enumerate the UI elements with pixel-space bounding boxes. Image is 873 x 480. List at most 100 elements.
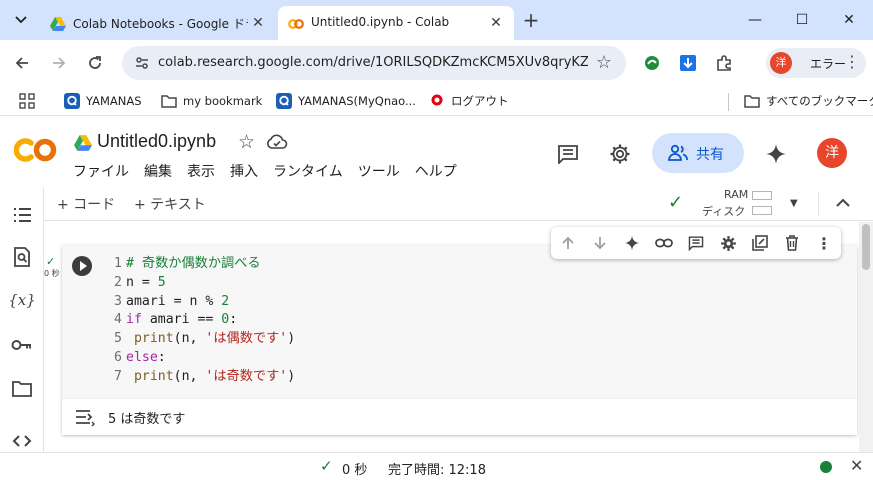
colab-logo-icon[interactable] bbox=[14, 137, 58, 163]
code-lines: 1 # 奇数か偶数か調べる 2n = 5 3 amari = n % 2 4 if a… bbox=[114, 255, 295, 387]
status-check-icon: ✓ bbox=[320, 457, 333, 475]
mirror-cell-button[interactable] bbox=[750, 233, 770, 253]
notebook-title[interactable]: Untitled0.ipynb bbox=[97, 131, 216, 152]
more-actions-button[interactable]: ⋮ bbox=[814, 233, 834, 253]
tab-untitled0-colab[interactable]: Untitled0.ipynb - Colab ✕ bbox=[278, 6, 514, 40]
menu-edit[interactable]: 編集 bbox=[144, 161, 172, 181]
menu-file[interactable]: ファイル bbox=[73, 161, 129, 181]
more-vert-icon[interactable]: ⋮ bbox=[844, 52, 860, 71]
menu-runtime[interactable]: ランタイム bbox=[273, 161, 343, 181]
back-button[interactable] bbox=[10, 51, 34, 75]
move-down-button[interactable] bbox=[590, 233, 610, 253]
collapse-header-button[interactable] bbox=[836, 193, 850, 212]
variables-button[interactable]: {𝑥} bbox=[8, 288, 36, 312]
address-bar[interactable]: colab.research.google.com/drive/1ORILSQD… bbox=[122, 46, 626, 80]
notebook-toolbar: + コード + テキスト ✓ RAM ディスク ▼ bbox=[44, 187, 873, 221]
ram-bar bbox=[752, 191, 772, 200]
bookmarks-bar: YAMANAS my bookmark YAMANAS(MyQnao... ログ… bbox=[0, 86, 873, 116]
site-info-icon[interactable] bbox=[134, 55, 150, 71]
secrets-button[interactable] bbox=[10, 333, 34, 357]
download-icon[interactable] bbox=[677, 52, 699, 74]
code-cell[interactable]: 1 # 奇数か偶数か調べる 2n = 5 3 amari = n % 2 4 if a… bbox=[62, 245, 857, 435]
menu-view[interactable]: 表示 bbox=[187, 161, 215, 181]
all-bookmarks-button[interactable]: すべてのブックマーク bbox=[744, 91, 873, 111]
status-completed-time: 完了時間: 12:18 bbox=[388, 463, 486, 478]
google-drive-icon bbox=[50, 17, 66, 31]
all-bookmarks-label: すべてのブックマーク bbox=[766, 94, 873, 108]
colab-logo-icon bbox=[288, 19, 304, 29]
output-text: 5 は奇数です bbox=[108, 412, 186, 427]
delete-cell-button[interactable] bbox=[782, 233, 802, 253]
files-button[interactable] bbox=[10, 377, 34, 401]
q-icon bbox=[64, 93, 80, 109]
code-snippets-button[interactable] bbox=[10, 429, 34, 453]
tab-search-button[interactable] bbox=[8, 8, 34, 32]
bookmark-logout[interactable]: ログアウト bbox=[429, 91, 509, 111]
add-text-button[interactable]: + テキスト bbox=[134, 194, 206, 214]
run-cell-button[interactable] bbox=[72, 256, 92, 276]
menu-bar: ファイル 編集 表示 挿入 ランタイム ツール ヘルプ bbox=[73, 161, 472, 181]
connected-check-icon: ✓ bbox=[668, 192, 684, 213]
code-line: 7 print(n, 'は奇数です') bbox=[114, 368, 296, 384]
scrollbar-thumb[interactable] bbox=[862, 224, 870, 270]
arrow-left-icon bbox=[15, 57, 28, 69]
share-button[interactable]: 共有 bbox=[652, 133, 744, 173]
runtime-status-dot[interactable] bbox=[820, 461, 832, 473]
folder-icon bbox=[744, 93, 760, 109]
add-code-button[interactable]: + コード bbox=[57, 194, 115, 214]
output-actions-icon[interactable] bbox=[74, 407, 96, 427]
find-in-page-icon bbox=[14, 247, 30, 267]
menu-help[interactable]: ヘルプ bbox=[415, 161, 457, 181]
account-avatar[interactable]: 洋 bbox=[817, 138, 847, 168]
bookmark-yamanas-myqnao[interactable]: YAMANAS(MyQnao... bbox=[276, 91, 416, 111]
scrollbar[interactable] bbox=[859, 222, 873, 452]
gemini-cell-button[interactable] bbox=[622, 233, 642, 253]
extension-green-icon[interactable] bbox=[641, 52, 663, 74]
bookmark-star-icon[interactable]: ☆ bbox=[596, 52, 612, 73]
tab-close-icon[interactable]: ✕ bbox=[488, 15, 504, 31]
minimize-button[interactable]: — bbox=[740, 8, 770, 32]
mufg-icon bbox=[429, 93, 445, 109]
extensions-puzzle-icon[interactable] bbox=[713, 52, 735, 74]
bookmark-label: ログアウト bbox=[451, 94, 509, 108]
resources-dropdown-icon[interactable]: ▼ bbox=[790, 198, 798, 209]
comments-button[interactable] bbox=[555, 141, 581, 167]
apps-grid-icon bbox=[19, 93, 35, 109]
cell-toolbar: ⋮ bbox=[551, 227, 841, 259]
tab-colab-notebooks[interactable]: Colab Notebooks - Google ドラ ✕ bbox=[40, 6, 276, 40]
new-tab-button[interactable]: + bbox=[520, 10, 542, 32]
bookmark-my-bookmark[interactable]: my bookmark bbox=[161, 91, 262, 111]
code-line: 4 if amari == 0: bbox=[114, 312, 238, 328]
apps-grid-button[interactable] bbox=[19, 91, 35, 111]
find-replace-button[interactable] bbox=[10, 245, 34, 269]
settings-button[interactable] bbox=[607, 141, 633, 167]
profile-error-chip[interactable]: 洋 エラー ⋮ bbox=[766, 48, 866, 78]
cloud-check-icon[interactable] bbox=[266, 133, 288, 151]
resources-indicator[interactable]: RAM ディスク bbox=[702, 188, 784, 220]
profile-label: エラー bbox=[810, 57, 847, 71]
gemini-button[interactable] bbox=[763, 141, 789, 167]
close-window-button[interactable]: ✕ bbox=[834, 8, 864, 32]
forward-button[interactable] bbox=[47, 51, 71, 75]
comment-cell-button[interactable] bbox=[686, 233, 706, 253]
code-line: 5 print(n, 'は偶数です') bbox=[114, 331, 296, 347]
cell-output: 5 は奇数です bbox=[62, 398, 857, 435]
maximize-button[interactable]: ☐ bbox=[787, 8, 817, 32]
reload-button[interactable] bbox=[83, 51, 107, 75]
table-of-contents-button[interactable] bbox=[10, 203, 34, 227]
code-line: 1 # 奇数か偶数か調べる bbox=[114, 256, 261, 271]
colab-header: Untitled0.ipynb ☆ ファイル 編集 表示 挿入 ランタイム ツー… bbox=[0, 117, 873, 187]
cell-settings-button[interactable] bbox=[718, 233, 738, 253]
menu-tools[interactable]: ツール bbox=[358, 161, 400, 181]
close-status-icon[interactable]: ✕ bbox=[850, 456, 863, 475]
comment-icon bbox=[688, 236, 704, 251]
bookmark-yamanas[interactable]: YAMANAS bbox=[64, 91, 142, 111]
link-button[interactable] bbox=[654, 233, 674, 253]
menu-insert[interactable]: 挿入 bbox=[230, 161, 258, 181]
move-up-button[interactable] bbox=[558, 233, 578, 253]
list-icon bbox=[14, 208, 31, 222]
google-drive-icon[interactable] bbox=[74, 134, 92, 152]
code-editor[interactable]: 1 # 奇数か偶数か調べる 2n = 5 3 amari = n % 2 4 if a… bbox=[102, 245, 857, 398]
tab-close-icon[interactable]: ✕ bbox=[250, 15, 266, 31]
star-icon[interactable]: ☆ bbox=[238, 131, 255, 153]
